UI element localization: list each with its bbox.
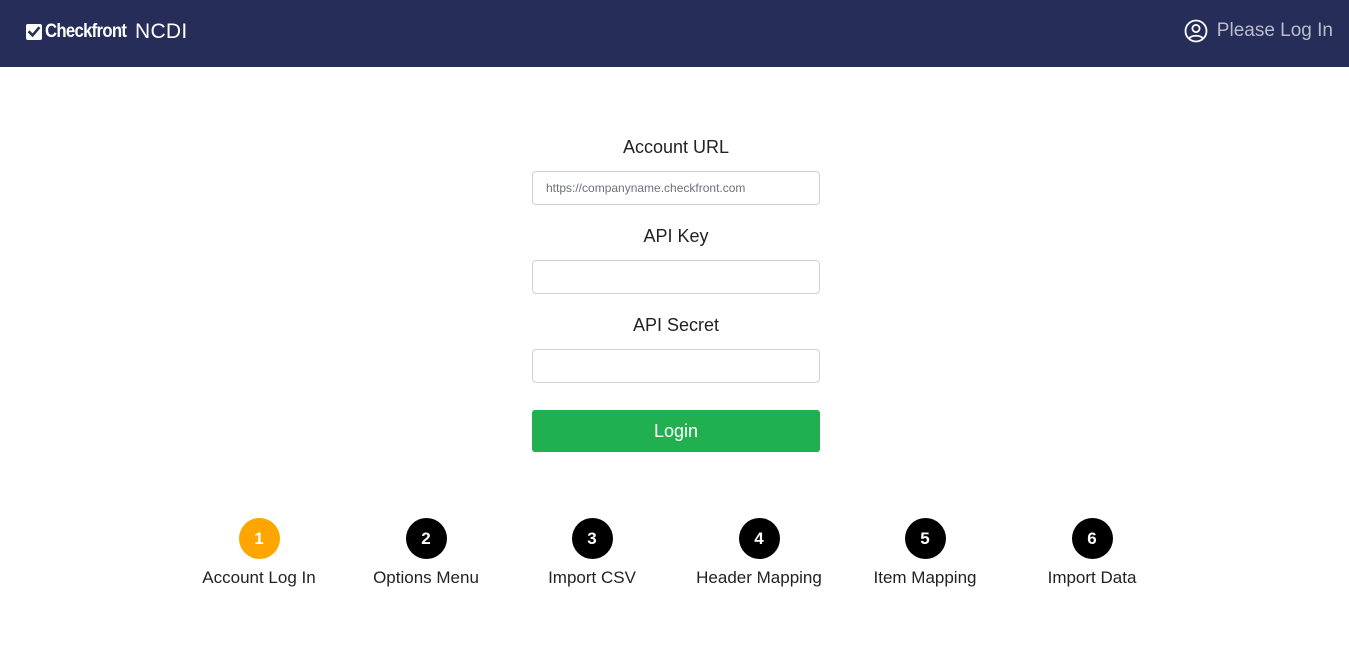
account-url-label: Account URL <box>622 137 730 157</box>
step-3: 3 Import CSV <box>507 518 677 588</box>
step-label: Header Mapping <box>696 568 822 587</box>
brand-subtitle: NCDI <box>135 20 188 43</box>
step-number-badge: 2 <box>405 518 447 559</box>
brand-logo[interactable]: Checkfront NCDI <box>26 20 188 44</box>
step-label: Account Log In <box>202 568 316 587</box>
step-label: Item Mapping <box>873 568 977 587</box>
checkbox-icon <box>26 24 42 40</box>
step-2: 2 Options Menu <box>341 518 511 588</box>
step-label: Options Menu <box>373 568 479 587</box>
step-4: 4 Header Mapping <box>674 518 844 588</box>
api-secret-input[interactable] <box>532 349 820 383</box>
step-number-badge: 6 <box>1071 518 1113 559</box>
step-number-badge: 3 <box>571 518 613 559</box>
api-secret-label: API Secret <box>632 315 720 335</box>
api-key-input[interactable] <box>532 260 820 294</box>
step-number-badge: 5 <box>904 518 946 559</box>
login-status-label: Please Log In <box>1216 20 1333 41</box>
step-5: 5 Item Mapping <box>840 518 1010 588</box>
step-number-badge: 1 <box>238 518 280 559</box>
progress-steps: 1 Account Log In 2 Options Menu 3 Import… <box>0 518 1349 598</box>
login-button[interactable]: Login <box>532 410 820 452</box>
step-label: Import Data <box>1047 568 1137 587</box>
step-label: Import CSV <box>548 568 636 587</box>
login-form: Account URL API Key API Secret Login <box>532 136 820 452</box>
brand-name: Checkfront <box>45 21 127 42</box>
api-key-label: API Key <box>643 226 709 246</box>
top-navbar: Checkfront NCDI Please Log In <box>0 0 1349 67</box>
user-circle-icon <box>1184 19 1208 43</box>
step-number-badge: 4 <box>738 518 780 559</box>
step-1: 1 Account Log In <box>174 518 344 588</box>
login-status-link[interactable]: Please Log In <box>1184 19 1333 43</box>
account-url-input[interactable] <box>532 171 820 205</box>
step-6: 6 Import Data <box>1007 518 1177 588</box>
